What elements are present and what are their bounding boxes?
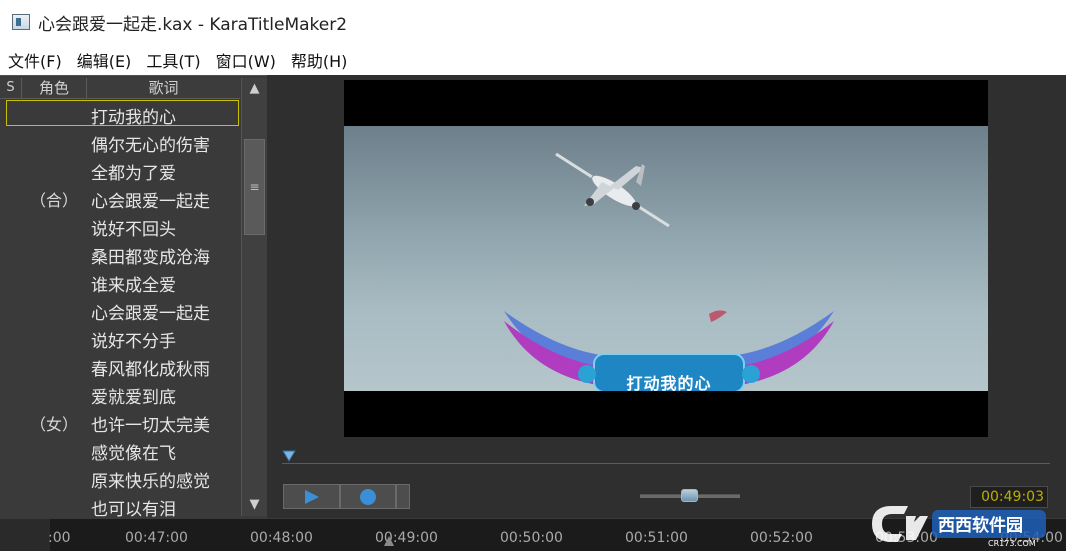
scroll-thumb[interactable]: ≡ <box>244 139 265 235</box>
lyrics-list: 打动我的心 偶尔无心的伤害 全都为了爱 （合） 心会跟爱一起走 说好不回头 桑田都… <box>0 100 240 520</box>
lyric-text: 感觉像在飞 <box>91 444 176 464</box>
watermark-text: 西西软件园 <box>938 515 1023 536</box>
lyric-text: 偶尔无心的伤害 <box>91 136 210 156</box>
lyric-role: （女） <box>30 415 79 434</box>
playback-controls <box>283 484 410 509</box>
lyric-row[interactable]: 也可以有泪 <box>0 492 240 520</box>
extra-button[interactable] <box>396 484 410 509</box>
record-button[interactable] <box>340 484 396 509</box>
tick-label: 00:47:00 <box>125 530 188 546</box>
ruler-left-block <box>0 519 50 551</box>
tick-label: :00 <box>48 530 71 546</box>
lyric-row[interactable]: 感觉像在飞 <box>0 436 240 464</box>
position-track[interactable] <box>282 463 1050 464</box>
lyrics-panel: S 角色 歌词 打动我的心 偶尔无心的伤害 全都为了爱 （合） 心会跟爱一起走 说… <box>0 75 267 520</box>
tick-label: 00:48:00 <box>250 530 313 546</box>
lyric-row[interactable]: 原来快乐的感觉 <box>0 464 240 492</box>
menu-bar: 文件(F) 编辑(E) 工具(T) 窗口(W) 帮助(H) <box>0 44 1066 75</box>
tick-label: 00:51:00 <box>625 530 688 546</box>
lyric-row[interactable]: 偶尔无心的伤害 <box>0 128 240 156</box>
lyric-row[interactable]: （女） 也许一切太完美 <box>0 408 240 436</box>
video-scene: 打动我的心 <box>344 126 988 391</box>
lyric-text: 说好不分手 <box>91 332 176 352</box>
video-preview: 打动我的心 <box>344 80 988 437</box>
airplane-image <box>555 152 670 228</box>
play-icon <box>304 489 319 504</box>
lyric-text: 也可以有泪 <box>91 500 176 520</box>
app-icon <box>12 14 30 30</box>
lyric-text: 打动我的心 <box>91 108 176 128</box>
lyric-text: 说好不回头 <box>91 220 176 240</box>
lyric-text: 原来快乐的感觉 <box>91 472 210 492</box>
chevron-down-icon[interactable]: ▼ <box>244 494 265 516</box>
lyric-row[interactable]: 春风都化成秋雨 <box>0 352 240 380</box>
lyric-row[interactable]: 打动我的心 <box>0 100 240 128</box>
lyric-row[interactable]: 说好不回头 <box>0 212 240 240</box>
column-header-s[interactable]: S <box>0 78 22 98</box>
column-header-role[interactable]: 角色 <box>22 78 87 98</box>
lyric-text: 春风都化成秋雨 <box>91 360 210 380</box>
watermark-sub: CR173.COM <box>988 539 1036 548</box>
ruler-cursor-icon <box>384 536 394 546</box>
window-title: 心会跟爱一起走.kax - KaraTitleMaker2 <box>38 14 348 35</box>
column-header-lyric[interactable]: 歌词 <box>87 78 240 98</box>
watermark-logo: 西西软件园 CR173.COM <box>872 506 1046 548</box>
lyric-text: 也许一切太完美 <box>91 416 210 436</box>
lyric-row[interactable]: 说好不分手 <box>0 324 240 352</box>
menu-help[interactable]: 帮助(H) <box>283 48 355 72</box>
video-caption: 打动我的心 <box>626 374 712 391</box>
lyric-text: 心会跟爱一起走 <box>91 192 210 212</box>
playhead-marker-icon[interactable] <box>282 450 296 462</box>
menu-file[interactable]: 文件(F) <box>0 48 69 72</box>
lyrics-header: S 角色 歌词 <box>0 78 240 99</box>
record-icon <box>360 488 376 505</box>
menu-tools[interactable]: 工具(T) <box>138 48 207 72</box>
menu-edit[interactable]: 编辑(E) <box>69 48 139 72</box>
lyric-role: （合） <box>30 191 79 210</box>
tick-label: 00:50:00 <box>500 530 563 546</box>
chevron-up-icon[interactable]: ▲ <box>244 78 265 100</box>
lyric-text: 全都为了爱 <box>91 164 176 184</box>
lyric-text: 心会跟爱一起走 <box>91 304 210 324</box>
lyric-row[interactable]: 谁来成全爱 <box>0 268 240 296</box>
lyric-row[interactable]: 爱就爱到底 <box>0 380 240 408</box>
title-bar: 心会跟爱一起走.kax - KaraTitleMaker2 <box>0 0 1066 44</box>
lyric-row[interactable]: （合） 心会跟爱一起走 <box>0 184 240 212</box>
volume-slider-thumb[interactable] <box>681 489 698 502</box>
lyric-row[interactable]: 桑田都变成沧海 <box>0 240 240 268</box>
lyric-text: 爱就爱到底 <box>91 388 176 408</box>
lyric-row[interactable]: 全都为了爱 <box>0 156 240 184</box>
lyric-text: 谁来成全爱 <box>91 276 176 296</box>
menu-window[interactable]: 窗口(W) <box>208 48 283 72</box>
play-button[interactable] <box>283 484 340 509</box>
lyric-row[interactable]: 心会跟爱一起走 <box>0 296 240 324</box>
lyrics-scrollbar[interactable]: ▲ ≡ ▼ <box>241 78 267 516</box>
lyric-text: 桑田都变成沧海 <box>91 248 210 268</box>
tick-label: 00:52:00 <box>750 530 813 546</box>
